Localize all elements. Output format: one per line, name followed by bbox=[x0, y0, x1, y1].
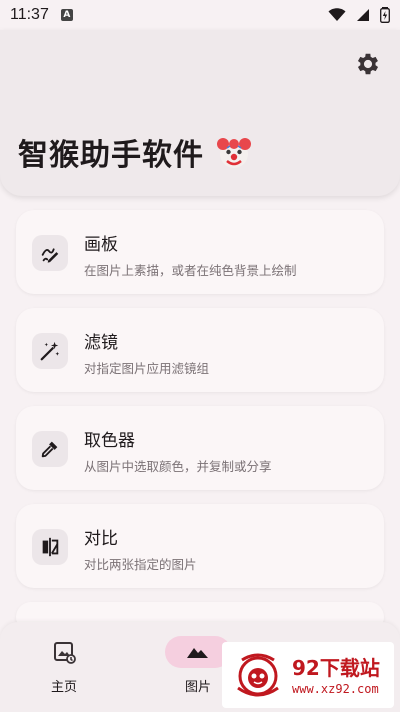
a-icon: A bbox=[60, 9, 73, 21]
compare-icon bbox=[32, 529, 68, 565]
watermark-url: www.xz92.com bbox=[292, 682, 379, 696]
card-title: 取色器 bbox=[84, 431, 135, 451]
card-subtitle: 对指定图片应用滤镜组 bbox=[84, 361, 210, 376]
card-draw[interactable]: 画板 在图片上素描，或者在纯色背景上绘制 bbox=[16, 210, 384, 294]
pen-draw-icon bbox=[32, 235, 68, 271]
nav-pill bbox=[31, 636, 97, 668]
status-icons bbox=[328, 7, 390, 23]
nav-label: 主页 bbox=[50, 680, 77, 695]
card-title: 滤镜 bbox=[84, 333, 118, 353]
settings-button[interactable] bbox=[354, 50, 382, 78]
wifi-icon bbox=[328, 8, 346, 21]
status-bar: 11:37 A bbox=[0, 0, 400, 30]
card-compare[interactable]: 对比 对比两张指定的图片 bbox=[16, 504, 384, 588]
card-subtitle: 从图片中选取颜色，并复制或分享 bbox=[84, 459, 272, 474]
watermark: 92下载站 www.xz92.com bbox=[222, 642, 394, 708]
card-filter[interactable]: 滤镜 对指定图片应用滤镜组 bbox=[16, 308, 384, 392]
nav-item-home[interactable]: 主页 bbox=[24, 636, 104, 695]
monkey-logo-icon bbox=[237, 653, 279, 697]
card-color-picker[interactable]: 取色器 从图片中选取颜色，并复制或分享 bbox=[16, 406, 384, 490]
card-subtitle: 对比两张指定的图片 bbox=[84, 557, 197, 572]
magic-wand-icon bbox=[32, 333, 68, 369]
image-home-icon bbox=[54, 642, 76, 664]
clown-face-icon bbox=[217, 138, 251, 168]
app-header: 智猴助手软件 bbox=[0, 30, 400, 196]
battery-icon bbox=[380, 7, 390, 23]
card-subtitle: 在图片上素描，或者在纯色背景上绘制 bbox=[84, 263, 297, 278]
status-time: 11:37 bbox=[10, 6, 49, 23]
landscape-icon bbox=[187, 648, 208, 658]
watermark-title: 92下载站 bbox=[292, 656, 380, 680]
signal-icon bbox=[357, 9, 369, 21]
card-title: 画板 bbox=[84, 235, 118, 255]
gear-icon bbox=[357, 53, 379, 75]
eyedropper-icon bbox=[32, 431, 68, 467]
card-title: 对比 bbox=[84, 529, 118, 549]
page-title: 智猴助手软件 bbox=[18, 138, 204, 173]
